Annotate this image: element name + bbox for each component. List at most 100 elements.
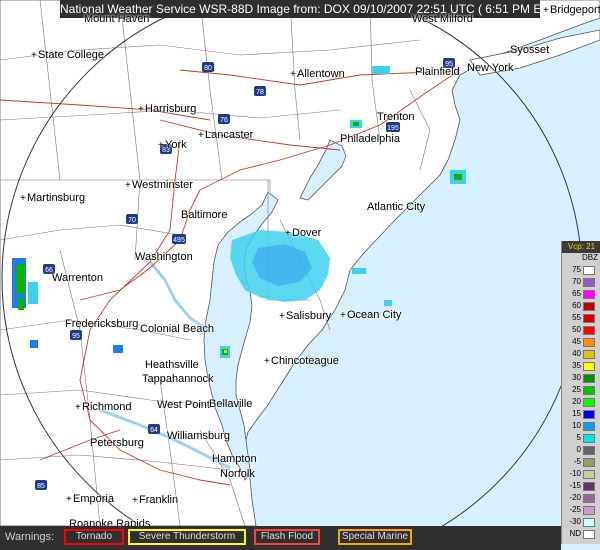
city-label: +Ocean City (340, 309, 401, 321)
legend-row: 10 (562, 421, 600, 431)
city-label: Plainfield (408, 66, 460, 78)
legend-swatch (583, 494, 595, 503)
echo-cluster-rich (30, 340, 38, 348)
reflectivity-legend: Vcp: 21 DBZ 75 70 65 60 55 50 45 40 35 30 25 20 15 10… (561, 241, 600, 544)
city-name: Lancaster (205, 129, 254, 141)
legend-level-label: -5 (573, 457, 581, 466)
legend-swatch (583, 458, 595, 467)
city-name: Washington (135, 251, 193, 263)
legend-level-label: 25 (572, 385, 581, 394)
severe-thunderstorm-warning-button[interactable]: Severe Thunderstorm (128, 529, 246, 545)
city-name: Emporia (73, 493, 114, 505)
city-marker: + (264, 356, 270, 367)
legend-swatch (583, 530, 595, 539)
legend-swatch (583, 278, 595, 287)
city-label: +Martinsburg (20, 192, 85, 204)
legend-swatch (583, 482, 595, 491)
legend-swatch (583, 518, 595, 527)
city-marker: + (340, 310, 346, 321)
highway-shield: 95 (72, 333, 80, 340)
legend-level-label: 15 (572, 409, 581, 418)
legend-row: -20 (562, 493, 600, 503)
legend-level-label: 35 (572, 361, 581, 370)
city-label: Baltimore (174, 209, 227, 221)
legend-swatch (583, 314, 595, 323)
legend-level-label: 75 (572, 265, 581, 274)
city-label: +Lancaster (198, 129, 253, 141)
legend-row: 50 (562, 325, 600, 335)
echo-cluster-trenton-core (353, 122, 359, 126)
city-label: +Emporia (66, 493, 114, 505)
legend-level-label: 5 (576, 433, 581, 442)
legend-swatch (583, 266, 595, 275)
legend-swatch (583, 422, 595, 431)
city-label: Atlantic City (360, 201, 425, 213)
tornado-warning-button[interactable]: Tornado (64, 529, 124, 545)
legend-level-label: 70 (572, 277, 581, 286)
city-name: Richmond (82, 401, 132, 413)
city-label: West Milford (405, 13, 473, 25)
legend-level-label: 0 (576, 445, 581, 454)
city-label: Petersburg (83, 437, 144, 449)
city-label: +Harrisburg (138, 103, 196, 115)
echo-cluster-chesapeake (220, 346, 230, 358)
city-label: +Franklin (132, 494, 178, 506)
city-label: +York (158, 139, 187, 151)
city-name: Norfolk (220, 468, 255, 480)
legend-level-label: 10 (572, 421, 581, 430)
legend-level-label: -20 (569, 493, 581, 502)
legend-swatch (583, 362, 595, 371)
city-name: Fredericksburg (65, 318, 139, 330)
legend-row: 75 (562, 265, 600, 275)
legend-row: -5 (562, 457, 600, 467)
legend-level-label: 40 (572, 349, 581, 358)
legend-level-label: 60 (572, 301, 581, 310)
city-name: Atlantic City (367, 201, 426, 213)
city-name: Chincoteague (271, 355, 339, 367)
legend-swatch (583, 410, 595, 419)
city-name: Harrisburg (145, 103, 197, 115)
city-name: Tappahannock (142, 373, 214, 385)
legend-row: 70 (562, 277, 600, 287)
legend-row: 40 (562, 349, 600, 359)
city-marker: + (138, 104, 144, 115)
city-label: Warrenton (45, 272, 103, 284)
city-marker: + (132, 495, 138, 506)
legend-row: -25 (562, 505, 600, 515)
city-name: Baltimore (181, 209, 228, 221)
flash-flood-warning-button[interactable]: Flash Flood (254, 529, 320, 545)
city-name: Petersburg (90, 437, 144, 449)
highway-shield: 80 (204, 65, 212, 72)
highway-shield: 495 (173, 237, 185, 244)
city-name: Allentown (297, 68, 345, 80)
city-label: +Allentown (290, 68, 345, 80)
legend-row: -10 (562, 469, 600, 479)
highway-shield: 64 (150, 427, 158, 434)
special-marine-warning-button[interactable]: Special Marine (338, 529, 412, 545)
city-label: +Bridgeport (543, 4, 600, 16)
city-name: Plainfield (415, 66, 460, 78)
city-name: Williamsburg (167, 430, 230, 442)
legend-swatch (583, 302, 595, 311)
legend-swatch (583, 434, 595, 443)
highway-shield: 195 (387, 125, 399, 132)
highway-shield: 70 (128, 217, 136, 224)
legend-swatch (583, 470, 595, 479)
city-label: +Richmond (75, 401, 132, 413)
legend-swatch (583, 338, 595, 347)
city-marker: + (31, 50, 37, 61)
city-label: +Chincoteague (264, 355, 339, 367)
city-marker: + (285, 228, 291, 239)
city-name: Bellaville (209, 398, 253, 410)
city-name: Colonial Beach (140, 323, 214, 335)
legend-row: 60 (562, 301, 600, 311)
legend-level-label: 50 (572, 325, 581, 334)
city-label: +Dover (285, 227, 321, 239)
legend-row: 35 (562, 361, 600, 371)
city-name: Mount Haven (84, 13, 150, 25)
city-name: Syosset (510, 44, 550, 56)
city-label: Hampton (205, 453, 257, 465)
city-name: West Milford (412, 13, 473, 25)
echo-cluster-allentown (372, 66, 390, 74)
echo-cluster-northeast-core (454, 174, 462, 180)
